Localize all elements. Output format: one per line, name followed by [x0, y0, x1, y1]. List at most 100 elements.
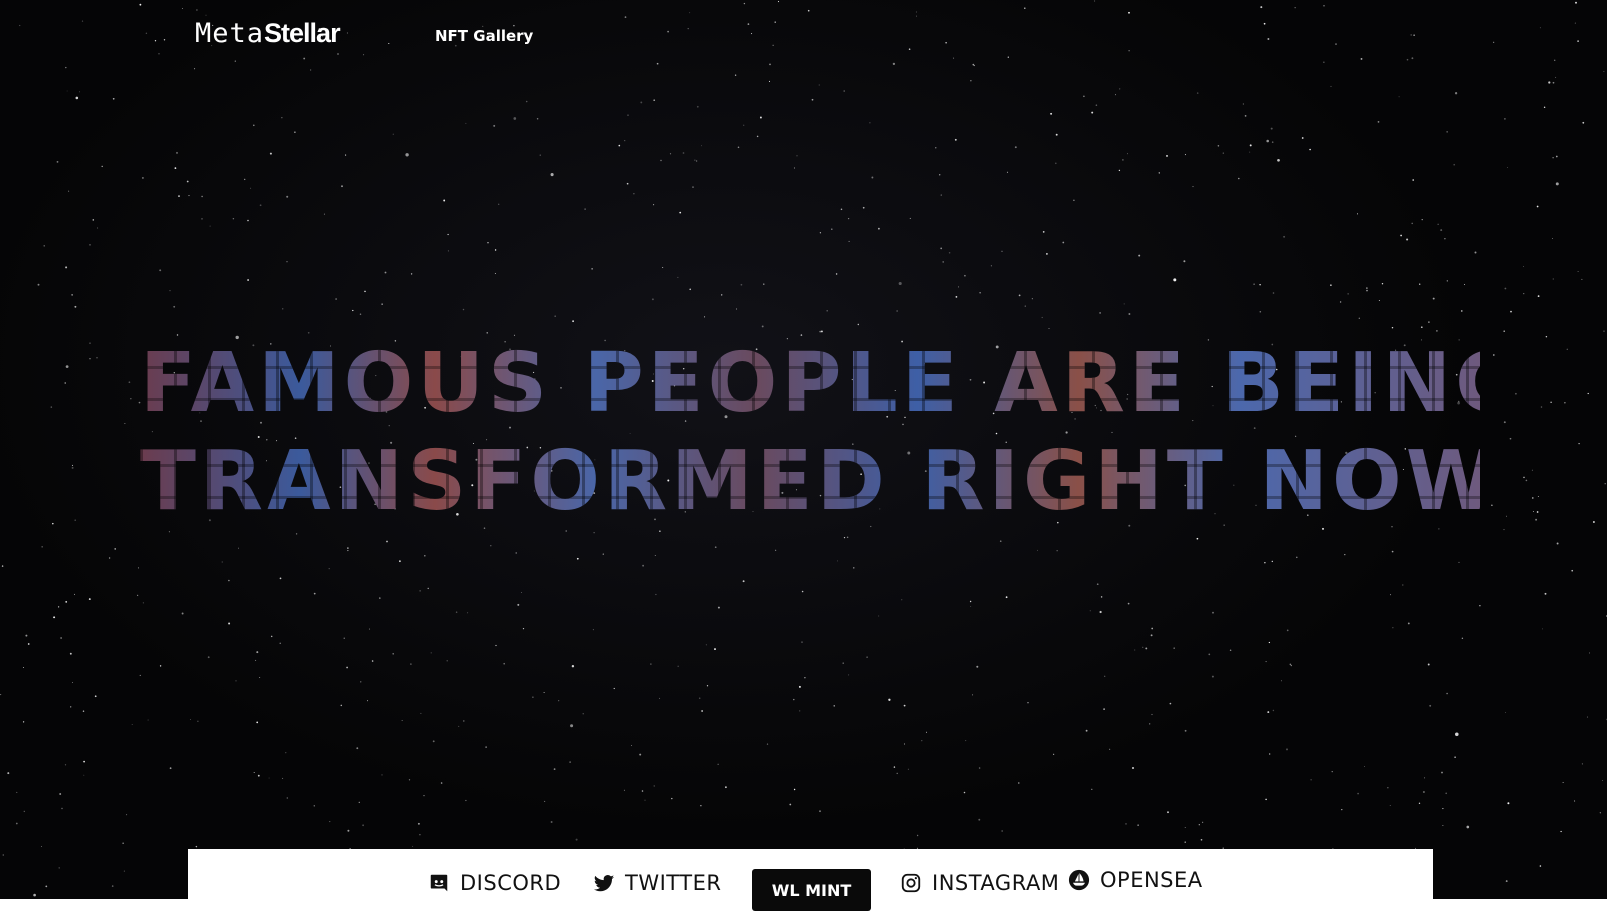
twitter-label: TWITTER: [625, 871, 722, 895]
star: [550, 821, 553, 823]
star: [1125, 823, 1127, 825]
star: [1056, 550, 1058, 552]
star: [1151, 627, 1154, 630]
star: [1604, 483, 1606, 485]
star: [209, 225, 211, 227]
star: [22, 721, 25, 723]
star: [1260, 6, 1263, 9]
star: [71, 464, 74, 466]
star: [1525, 479, 1528, 482]
star: [1556, 542, 1559, 545]
star: [1335, 43, 1337, 45]
star: [1444, 237, 1446, 240]
star: [286, 261, 288, 263]
star: [362, 824, 364, 827]
star: [651, 298, 654, 301]
star: [826, 310, 828, 312]
star: [123, 870, 125, 872]
star: [467, 612, 469, 614]
star: [1310, 779, 1312, 781]
star: [550, 173, 554, 177]
star: [515, 552, 517, 554]
star: [721, 294, 723, 296]
discord-link[interactable]: DISCORD: [428, 871, 561, 895]
star: [1001, 830, 1003, 832]
star: [848, 240, 850, 242]
star: [953, 57, 955, 59]
star: [238, 547, 239, 549]
wl-mint-button[interactable]: WL MINT: [752, 869, 871, 911]
star: [743, 2, 746, 5]
star: [269, 152, 272, 155]
star: [1531, 469, 1533, 471]
star: [43, 245, 45, 247]
star: [627, 114, 629, 116]
star: [1446, 131, 1448, 133]
star: [640, 101, 643, 104]
star: [1581, 763, 1583, 765]
instagram-link[interactable]: INSTAGRAM: [900, 871, 1059, 895]
logo-text-meta: Meta: [195, 18, 265, 49]
star: [1150, 634, 1153, 637]
site-logo[interactable]: MetaStellar: [195, 18, 341, 49]
star: [1479, 605, 1481, 607]
star: [7, 772, 10, 775]
star: [381, 303, 383, 305]
twitter-link[interactable]: TWITTER: [593, 871, 721, 895]
star: [247, 279, 250, 281]
star: [356, 747, 359, 750]
nav-nft-gallery-link[interactable]: NFT Gallery: [435, 27, 533, 45]
star: [1229, 649, 1232, 652]
star: [1309, 148, 1311, 151]
star: [1429, 704, 1432, 707]
star: [602, 553, 604, 555]
star: [386, 540, 388, 543]
star: [286, 195, 289, 198]
star: [1062, 241, 1065, 244]
star: [1455, 732, 1459, 737]
star: [313, 805, 315, 807]
star: [772, 44, 774, 46]
star: [347, 547, 349, 549]
star: [1055, 133, 1058, 136]
star: [908, 48, 911, 50]
star: [1454, 92, 1458, 95]
star: [463, 720, 465, 722]
star: [963, 791, 966, 794]
star: [801, 641, 803, 643]
star: [1436, 330, 1438, 332]
star: [168, 531, 170, 533]
star: [61, 807, 63, 810]
star: [1083, 95, 1085, 98]
star: [536, 118, 539, 120]
star: [878, 615, 880, 617]
star: [804, 677, 806, 679]
star: [1381, 283, 1384, 285]
star: [92, 219, 95, 221]
star: [257, 774, 260, 777]
star: [1603, 71, 1605, 72]
star: [1269, 753, 1271, 755]
star: [1286, 748, 1288, 751]
star: [122, 842, 124, 844]
star: [1421, 218, 1423, 221]
star: [360, 681, 362, 683]
star: [793, 167, 795, 169]
star: [22, 666, 24, 668]
star: [367, 700, 369, 702]
star: [412, 845, 414, 847]
opensea-link[interactable]: OPENSEA: [1068, 868, 1203, 892]
star: [1184, 827, 1186, 829]
star: [384, 271, 387, 274]
star: [866, 656, 868, 658]
star: [1271, 141, 1274, 143]
star: [71, 294, 73, 296]
star: [1552, 278, 1554, 280]
star: [388, 42, 390, 45]
star: [131, 724, 133, 726]
star: [958, 286, 960, 288]
star: [644, 799, 646, 801]
star: [820, 330, 823, 333]
star: [494, 272, 496, 275]
star: [114, 548, 117, 550]
